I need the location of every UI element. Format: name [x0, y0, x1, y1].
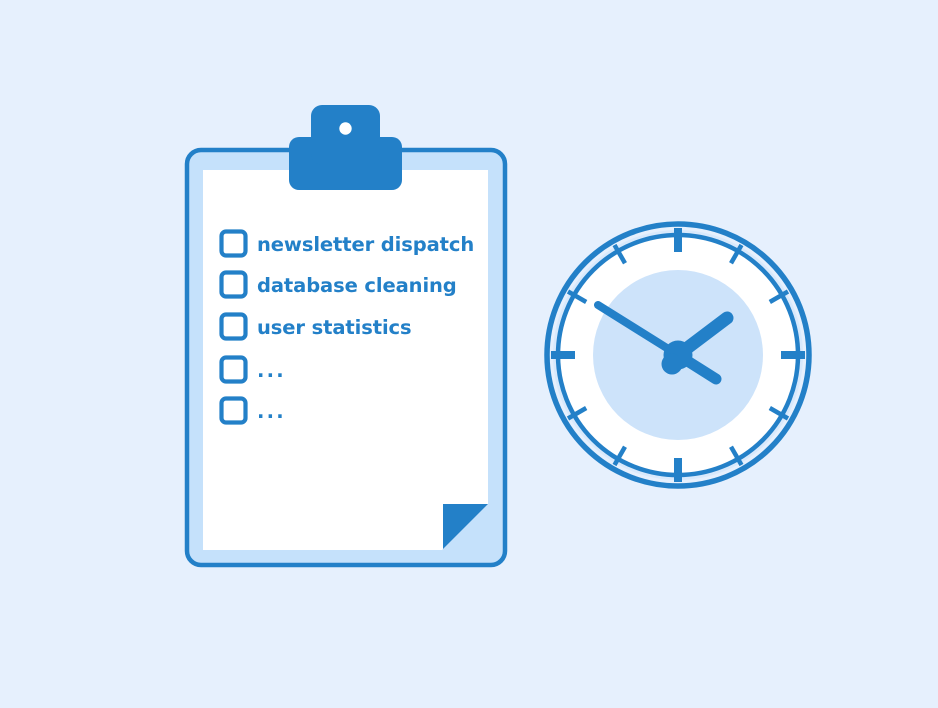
clock-center-hub-lobe [661, 353, 683, 375]
checkbox-newsletter-dispatch[interactable] [219, 229, 248, 258]
checklist-item-label: database cleaning [257, 274, 457, 297]
illustration-canvas: newsletter dispatch database cleaning us… [0, 0, 938, 708]
checklist-row[interactable]: newsletter dispatch [219, 229, 475, 258]
checkbox-placeholder-1[interactable] [219, 355, 248, 384]
checklist-item-label: ... [257, 400, 286, 423]
checklist-row[interactable]: database cleaning [219, 270, 457, 299]
clipboard: newsletter dispatch database cleaning us… [184, 105, 508, 568]
clip-hole-icon [339, 122, 352, 135]
clip-head [311, 105, 380, 165]
checklist-clock-illustration: newsletter dispatch database cleaning us… [0, 0, 938, 708]
checkbox-placeholder-2[interactable] [219, 396, 248, 425]
checkbox-database-cleaning[interactable] [219, 270, 248, 299]
wall-clock [544, 221, 812, 489]
checkbox-user-statistics[interactable] [219, 312, 248, 341]
checklist-item-label: ... [257, 359, 286, 382]
checklist-item-label: user statistics [257, 316, 412, 339]
checklist-item-label: newsletter dispatch [257, 233, 474, 256]
